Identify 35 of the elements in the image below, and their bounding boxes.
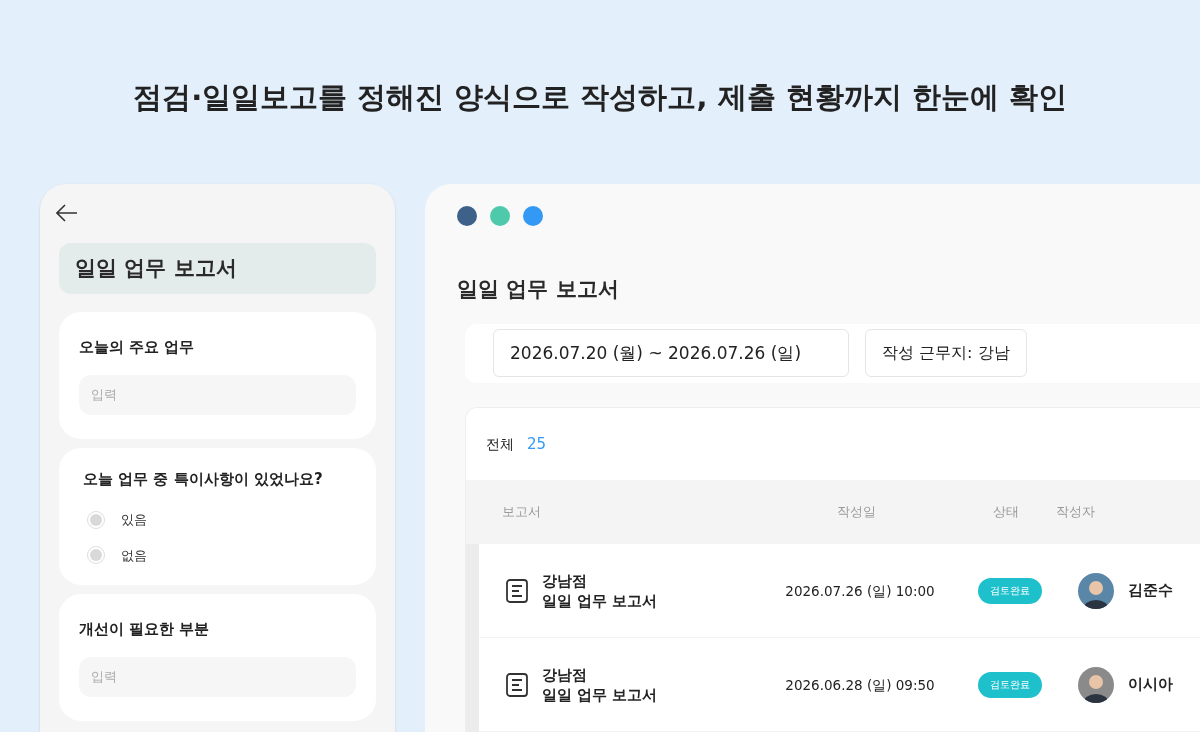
date-cell: 2026.07.26 (일) 10:00 [785,582,935,599]
store-name: 강남점 [542,664,588,685]
total-label: 전체 [486,434,514,454]
page-title: 일일 업무 보고서 [457,276,620,303]
column-header: 작성자 [1056,504,1095,520]
table-row[interactable]: 강남점 일일 업무 보고서 2026.07.26 (일) 10:00 검토완료 김준수 [479,544,1200,638]
radio-button[interactable] [87,510,105,529]
radio-label: 없음 [121,546,147,565]
date-range-field[interactable]: 2026.07.20 (월) ~ 2026.07.26 (일) [493,329,849,378]
headline: 점검·일일보고를 정해진 양식으로 작성하고, 제출 현황까지 한눈에 확인 [132,79,1068,116]
report-name: 일일 업무 보고서 [542,590,658,611]
question-label: 오늘 업무 중 특이사항이 있었나요? [83,468,324,490]
document-icon [506,672,528,697]
report-name: 일일 업무 보고서 [542,684,658,705]
table-row[interactable]: 강남점 일일 업무 보고서 2026.06.28 (일) 09:50 검토완료 이시아 [479,638,1200,732]
field-label: 개선이 필요한 부분 [79,619,211,640]
store-name: 강남점 [542,570,588,591]
column-header: 상태 [993,504,1019,520]
author-name: 이시아 [1128,674,1173,696]
radio-label: 있음 [121,511,147,529]
field-label: 오늘의 주요 업무 [79,337,196,358]
back-arrow-icon[interactable] [56,204,78,222]
avatar [1078,572,1114,609]
avatar [1078,666,1114,703]
column-header: 보고서 [502,504,541,520]
author-name: 김준수 [1128,580,1173,602]
document-icon [506,578,528,603]
total-count: 25 [527,433,547,455]
status-badge: 검토완료 [978,577,1042,604]
status-badge: 검토완료 [978,671,1042,698]
column-header: 작성일 [836,504,876,520]
form-title: 일일 업무 보고서 [59,243,376,294]
location-filter[interactable]: 작성 근무지: 강남 [865,329,1027,378]
date-cell: 2026.06.28 (일) 09:50 [785,676,935,693]
radio-button[interactable] [87,546,105,565]
